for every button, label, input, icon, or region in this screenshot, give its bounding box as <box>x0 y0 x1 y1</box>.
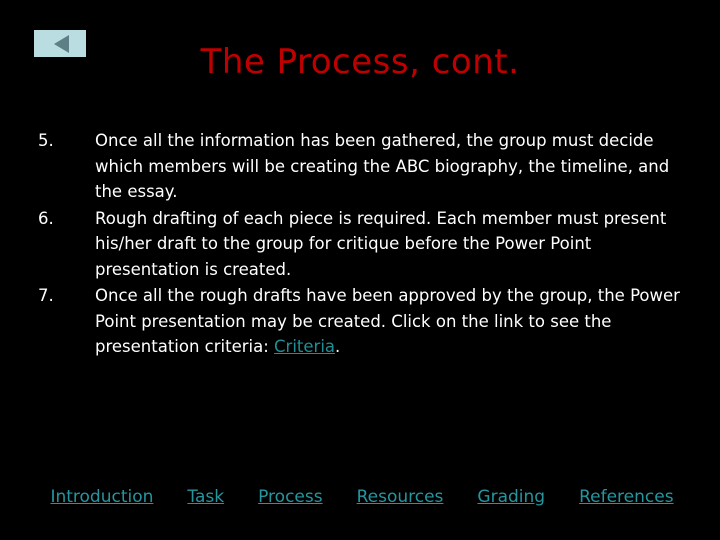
list-item-text: Rough drafting of each piece is required… <box>95 208 667 279</box>
list-item: 5. Once all the information has been gat… <box>38 128 688 205</box>
nav-link-references[interactable]: References <box>562 487 709 507</box>
list-item-number: 5. <box>38 131 54 150</box>
list-item-text: Once all the rough drafts have been appr… <box>95 283 688 360</box>
presentation-slide: The Process, cont. 5. Once all the infor… <box>0 0 720 540</box>
page-title: The Process, cont. <box>200 42 520 82</box>
list-item-number: 6. <box>38 208 54 228</box>
list-item-text-before-link: Once all the rough drafts have been appr… <box>95 286 680 356</box>
nav-link-introduction[interactable]: Introduction <box>10 487 170 507</box>
nav-link-task[interactable]: Task <box>170 487 241 507</box>
bottom-navigation: Introduction Task Process Resources Grad… <box>0 487 720 507</box>
process-steps-list: 5. Once all the information has been gat… <box>38 128 688 361</box>
nav-link-process[interactable]: Process <box>241 487 340 507</box>
nav-link-resources[interactable]: Resources <box>340 487 461 507</box>
list-item: 7. Once all the rough drafts have been a… <box>38 283 688 360</box>
nav-link-grading[interactable]: Grading <box>460 487 562 507</box>
list-item-number: 7. <box>38 286 54 305</box>
list-item-text: Once all the information has been gather… <box>95 131 670 201</box>
list-item: 6. Rough drafting of each piece is requi… <box>38 206 688 283</box>
list-item-text-after-link: . <box>335 337 341 356</box>
criteria-link[interactable]: Criteria <box>274 337 335 356</box>
